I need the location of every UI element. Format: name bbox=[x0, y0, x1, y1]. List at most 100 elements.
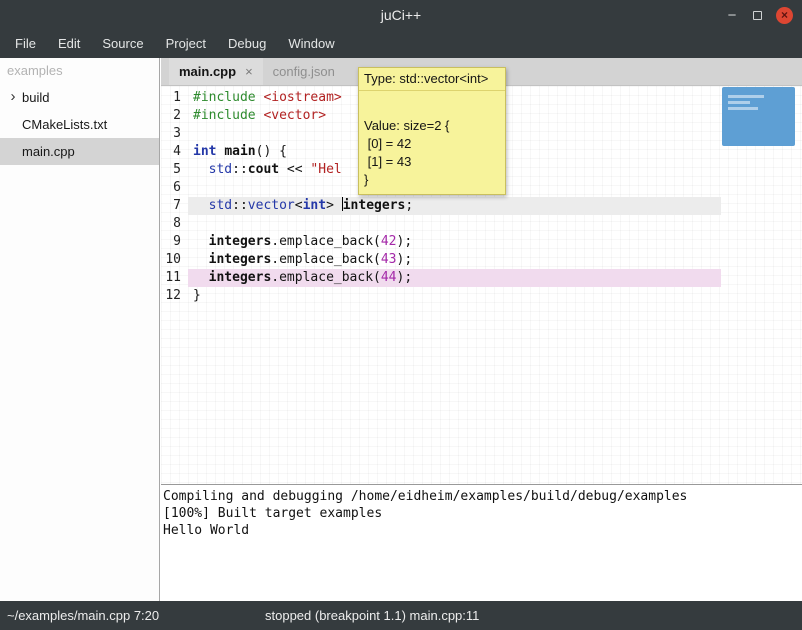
line-number[interactable]: 9 bbox=[161, 233, 188, 251]
overview-line bbox=[728, 95, 764, 98]
code-line[interactable]: integers.emplace_back(44); bbox=[188, 269, 721, 287]
code-token bbox=[193, 270, 209, 285]
line-number[interactable]: 4 bbox=[161, 143, 188, 161]
close-icon[interactable]: × bbox=[776, 7, 793, 24]
code-token: integers bbox=[209, 234, 272, 249]
code-row: 11 integers.emplace_back(44); bbox=[161, 269, 802, 287]
code-token: emplace_back bbox=[279, 270, 373, 285]
status-file-position: ~/examples/main.cpp 7:20 bbox=[7, 601, 159, 630]
tooltip-value-line: [0] = 42 bbox=[364, 135, 500, 153]
menu-source[interactable]: Source bbox=[91, 30, 154, 58]
code-token: integers bbox=[209, 252, 272, 267]
code-line[interactable]: std::vector<int> integers; bbox=[188, 197, 721, 215]
code-token: . bbox=[271, 270, 279, 285]
line-number[interactable]: 11 bbox=[161, 269, 188, 287]
line-number[interactable]: 5 bbox=[161, 161, 188, 179]
code-token: . bbox=[271, 234, 279, 249]
code-token: () { bbox=[256, 144, 287, 159]
code-token: ); bbox=[397, 234, 413, 249]
statusbar: ~/examples/main.cpp 7:20 stopped (breakp… bbox=[0, 601, 802, 630]
code-token bbox=[193, 162, 209, 177]
code-token: < bbox=[295, 198, 303, 213]
code-token: std bbox=[209, 162, 232, 177]
code-token: :: bbox=[232, 162, 248, 177]
sidebar: examples ›build CMakeLists.txt main.cpp bbox=[0, 58, 160, 601]
tab-config.json[interactable]: config.json bbox=[263, 58, 345, 85]
code-token: :: bbox=[232, 198, 248, 213]
status-debug-state: stopped (breakpoint 1.1) main.cpp:11 bbox=[265, 601, 479, 630]
code-token: } bbox=[193, 288, 201, 303]
file-tree: ›build CMakeLists.txt main.cpp bbox=[0, 84, 159, 165]
code-token: <vector> bbox=[263, 108, 326, 123]
code-row: 10 integers.emplace_back(43); bbox=[161, 251, 802, 269]
menu-file[interactable]: File bbox=[4, 30, 47, 58]
code-token: std bbox=[209, 198, 232, 213]
menu-window[interactable]: Window bbox=[277, 30, 345, 58]
tooltip-value-line: } bbox=[364, 171, 500, 189]
code-line[interactable] bbox=[188, 215, 721, 233]
line-number[interactable]: 6 bbox=[161, 179, 188, 197]
code-row: 9 integers.emplace_back(42); bbox=[161, 233, 802, 251]
tab-main.cpp[interactable]: main.cpp × bbox=[169, 58, 263, 85]
code-token: integers bbox=[343, 198, 406, 213]
code-token: #include bbox=[193, 90, 256, 105]
restore-icon[interactable] bbox=[753, 11, 762, 20]
menu-debug[interactable]: Debug bbox=[217, 30, 277, 58]
code-token: vector bbox=[248, 198, 295, 213]
tree-item-label: CMakeLists.txt bbox=[22, 117, 107, 132]
tooltip-value-line: Value: size=2 { bbox=[364, 117, 500, 135]
scroll-overview[interactable] bbox=[722, 87, 795, 146]
code-row: 7 std::vector<int> integers; bbox=[161, 197, 802, 215]
tooltip-value-line: [1] = 43 bbox=[364, 153, 500, 171]
terminal[interactable]: Compiling and debugging /home/eidheim/ex… bbox=[161, 484, 802, 601]
code-row: 8 bbox=[161, 215, 802, 233]
code-token: int bbox=[303, 198, 326, 213]
overview-line bbox=[728, 101, 750, 104]
code-token: ( bbox=[373, 234, 381, 249]
window-title: juCi++ bbox=[0, 0, 802, 30]
menu-edit[interactable]: Edit bbox=[47, 30, 91, 58]
tree-item-main.cpp[interactable]: main.cpp bbox=[0, 138, 159, 165]
tree-item-cmakelists.txt[interactable]: CMakeLists.txt bbox=[0, 111, 159, 138]
terminal-line: [100%] Built target examples bbox=[163, 505, 800, 522]
line-number[interactable]: 7 bbox=[161, 197, 188, 215]
tree-item-label: build bbox=[22, 90, 49, 105]
code-token bbox=[193, 252, 209, 267]
debug-tooltip: Type: std::vector<int> Value: size=2 { [… bbox=[358, 67, 506, 195]
code-token: main bbox=[224, 144, 255, 159]
code-token: ( bbox=[373, 252, 381, 267]
tooltip-type: Type: std::vector<int> bbox=[359, 68, 505, 91]
code-token: << bbox=[279, 162, 310, 177]
project-name: examples bbox=[0, 58, 159, 84]
line-number[interactable]: 10 bbox=[161, 251, 188, 269]
line-number[interactable]: 3 bbox=[161, 125, 188, 143]
tree-item-build[interactable]: ›build bbox=[0, 84, 159, 111]
tab-label: main.cpp bbox=[179, 64, 236, 79]
code-token: ); bbox=[397, 270, 413, 285]
code-token: #include bbox=[193, 108, 256, 123]
tree-item-label: main.cpp bbox=[22, 144, 75, 159]
code-line[interactable]: } bbox=[188, 287, 721, 305]
expander-icon[interactable]: › bbox=[6, 83, 20, 110]
code-token: "Hel bbox=[310, 162, 341, 177]
code-line[interactable]: integers.emplace_back(43); bbox=[188, 251, 721, 269]
tab-close-icon[interactable]: × bbox=[245, 64, 253, 79]
code-token: 43 bbox=[381, 252, 397, 267]
minimize-icon[interactable]: − bbox=[725, 7, 739, 23]
code-row: 12} bbox=[161, 287, 802, 305]
tooltip-value: Value: size=2 { [0] = 42 [1] = 43} bbox=[359, 91, 505, 194]
window-controls: − × bbox=[725, 0, 793, 30]
code-token: ; bbox=[405, 198, 413, 213]
code-line[interactable]: integers.emplace_back(42); bbox=[188, 233, 721, 251]
line-number[interactable]: 1 bbox=[161, 89, 188, 107]
code-token: integers bbox=[209, 270, 272, 285]
code-token: ); bbox=[397, 252, 413, 267]
line-number[interactable]: 8 bbox=[161, 215, 188, 233]
code-token bbox=[193, 234, 209, 249]
code-token: 42 bbox=[381, 234, 397, 249]
line-number[interactable]: 12 bbox=[161, 287, 188, 305]
line-number[interactable]: 2 bbox=[161, 107, 188, 125]
titlebar: juCi++ − × bbox=[0, 0, 802, 30]
code-token: . bbox=[271, 252, 279, 267]
menu-project[interactable]: Project bbox=[155, 30, 217, 58]
